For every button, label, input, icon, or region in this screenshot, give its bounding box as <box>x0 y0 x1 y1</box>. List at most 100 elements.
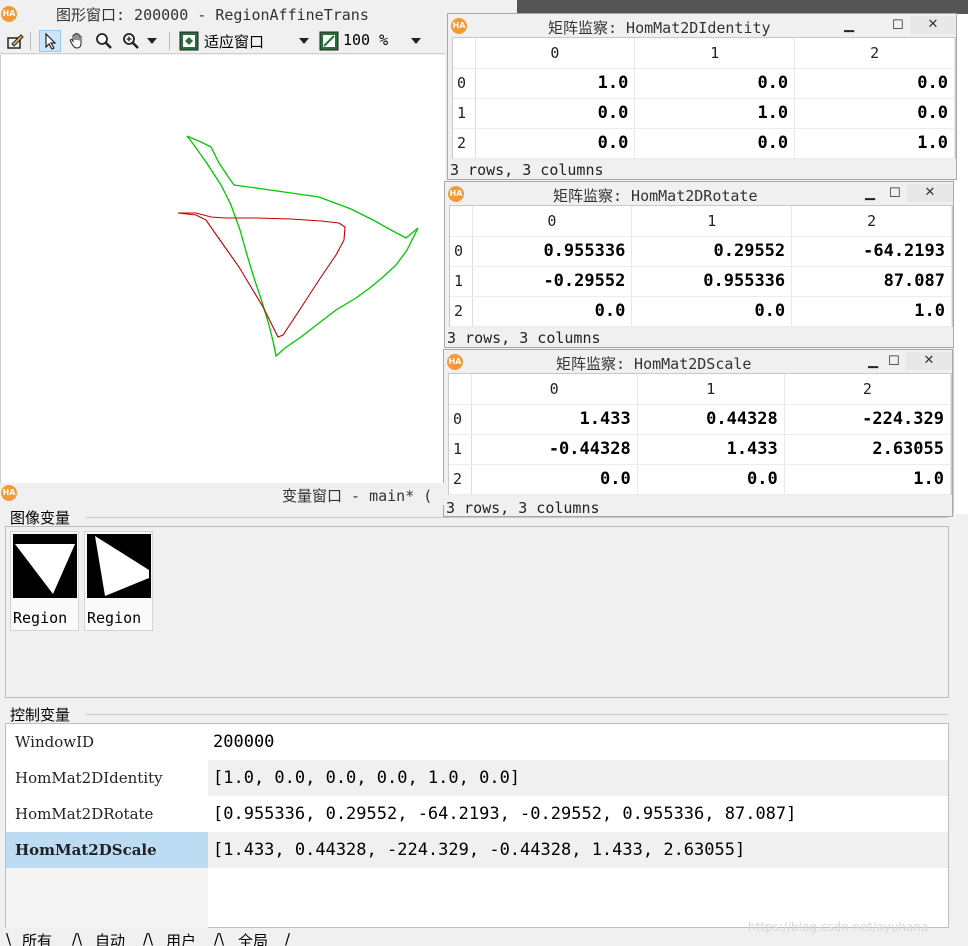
control-variables-label: 控制变量 <box>10 706 71 724</box>
matrix-corner-cell <box>453 38 476 69</box>
graphics-canvas[interactable] <box>0 55 445 483</box>
tab-separator: /\ <box>214 930 225 946</box>
matrix-row-header: 1 <box>453 98 476 129</box>
matrix-cell[interactable]: 1.433 <box>471 404 638 435</box>
matrix-cell[interactable]: 0.0 <box>475 98 636 129</box>
minimize-icon[interactable]: ▁ <box>865 186 875 201</box>
matrix-cell[interactable]: -64.2193 <box>791 236 952 267</box>
matrix-cell[interactable]: 0.0 <box>634 128 796 159</box>
halcon-logo-icon: HA <box>451 18 467 34</box>
matrix-window-titlebar[interactable]: HA 矩阵监察: HomMat2DIdentity ▁ ☐ ✕ <box>448 16 956 38</box>
matrix-cell[interactable]: 0.0 <box>637 464 785 495</box>
matrix-cell[interactable]: -224.329 <box>784 404 952 435</box>
matrix-status: 3 rows, 3 columns <box>450 161 604 179</box>
pointer-icon[interactable] <box>39 30 61 52</box>
matrix-status: 3 rows, 3 columns <box>447 329 601 347</box>
matrix-row: 0 1.433 0.44328 -224.329 <box>449 404 952 435</box>
graphics-window-title: 图形窗口: 200000 - RegionAffineTrans <box>56 6 369 24</box>
zoom-in-icon[interactable] <box>120 30 142 52</box>
matrix-row-header: 0 <box>453 68 476 99</box>
matrix-cell[interactable]: 0.0 <box>475 128 636 159</box>
chevron-down-icon[interactable] <box>144 30 160 52</box>
graphics-window-titlebar[interactable]: HA 图形窗口: 200000 - RegionAffineTrans <box>0 0 445 28</box>
matrix-row: 1 -0.29552 0.955336 87.087 <box>450 266 952 297</box>
matrix-cell[interactable]: 1.0 <box>784 464 952 495</box>
control-variable-name: HomMat2DScale <box>6 832 208 868</box>
halcon-logo-icon: HA <box>447 354 463 370</box>
matrix-cell[interactable]: 0.44328 <box>637 404 785 435</box>
matrix-cell[interactable]: -0.44328 <box>471 434 638 465</box>
matrix-cell[interactable]: 1.433 <box>637 434 785 465</box>
image-variable-thumbnail[interactable]: Region <box>84 531 153 631</box>
tab-user[interactable]: 用户 <box>166 930 196 946</box>
matrix-cell[interactable]: 0.955336 <box>472 236 633 267</box>
close-icon[interactable]: ✕ <box>910 16 956 34</box>
matrix-row-header: 2 <box>449 464 472 495</box>
matrix-cell[interactable]: 0.0 <box>472 296 633 327</box>
tab-auto[interactable]: 自动 <box>95 930 125 946</box>
matrix-cell[interactable]: 1.0 <box>791 296 952 327</box>
halcon-logo-icon: HA <box>1 485 17 501</box>
matrix-row-header: 1 <box>450 266 473 297</box>
tab-all[interactable]: 所有 <box>22 930 52 946</box>
maximize-icon[interactable]: ☐ <box>888 354 900 369</box>
draw-icon[interactable] <box>4 30 26 52</box>
matrix-corner-cell <box>449 374 472 405</box>
maximize-icon[interactable]: ☐ <box>889 186 901 201</box>
matrix-window-rotate[interactable]: HA 矩阵监察: HomMat2DRotate ▁ ☐ ✕ 0 1 2 0 0.… <box>444 181 954 348</box>
toolbar-separator <box>169 32 170 50</box>
matrix-cell[interactable]: 0.0 <box>471 464 638 495</box>
matrix-table[interactable]: 0 1 2 0 0.955336 0.29552 -64.2193 1 -0.2… <box>449 205 953 327</box>
matrix-cell[interactable]: 0.0 <box>631 296 793 327</box>
matrix-row: 2 0.0 0.0 1.0 <box>449 464 952 495</box>
matrix-cell[interactable]: 0.0 <box>794 98 955 129</box>
close-icon[interactable]: ✕ <box>907 184 953 202</box>
zoom-percent-icon[interactable] <box>318 30 340 52</box>
image-variables-label: 图像变量 <box>10 509 71 527</box>
control-variable-name: HomMat2DIdentity <box>15 769 163 787</box>
chevron-down-icon[interactable] <box>408 30 424 52</box>
matrix-window-identity[interactable]: HA 矩阵监察: HomMat2DIdentity ▁ ☐ ✕ 0 1 2 0 … <box>447 13 957 180</box>
variable-window-titlebar[interactable]: HA 变量窗口 - main* ( <box>0 483 445 505</box>
matrix-cell[interactable]: 1.0 <box>634 98 796 129</box>
matrix-status: 3 rows, 3 columns <box>446 499 600 517</box>
control-variable-row-selected[interactable]: HomMat2DScale [1.433, 0.44328, -224.329,… <box>6 832 948 868</box>
image-variable-thumbnail[interactable]: Region <box>10 531 79 631</box>
background-strip <box>517 0 968 14</box>
matrix-cell[interactable]: 2.63055 <box>784 434 952 465</box>
control-variable-row[interactable]: HomMat2DIdentity [1.0, 0.0, 0.0, 0.0, 1.… <box>6 760 948 796</box>
matrix-cell[interactable]: 1.0 <box>794 128 955 159</box>
matrix-table[interactable]: 0 1 2 0 1.433 0.44328 -224.329 1 -0.4432… <box>448 373 952 495</box>
pan-hand-icon[interactable] <box>66 30 88 52</box>
section-divider <box>86 714 948 715</box>
matrix-column-header: 0 <box>472 206 633 237</box>
matrix-cell[interactable]: 0.29552 <box>631 236 793 267</box>
control-variable-value: [1.0, 0.0, 0.0, 0.0, 1.0, 0.0] <box>208 760 948 796</box>
matrix-cell[interactable]: 87.087 <box>791 266 952 297</box>
chevron-down-icon[interactable] <box>296 30 312 52</box>
matrix-window-titlebar[interactable]: HA 矩阵监察: HomMat2DRotate ▁ ☐ ✕ <box>445 184 953 206</box>
tab-global[interactable]: 全局 <box>238 930 268 946</box>
matrix-window-scale[interactable]: HA 矩阵监察: HomMat2DScale ▁ ☐ ✕ 0 1 2 0 1.4… <box>443 349 953 517</box>
matrix-cell[interactable]: 0.955336 <box>631 266 793 297</box>
matrix-window-titlebar[interactable]: HA 矩阵监察: HomMat2DScale ▁ ☐ ✕ <box>444 352 952 374</box>
control-variable-row[interactable]: HomMat2DRotate [0.955336, 0.29552, -64.2… <box>6 796 948 832</box>
matrix-header-row: 0 1 2 <box>449 374 952 405</box>
matrix-window-title: 矩阵监察: HomMat2DRotate <box>553 187 758 205</box>
matrix-cell[interactable]: -0.29552 <box>472 266 633 297</box>
control-variable-row[interactable]: WindowID 200000 <box>6 724 948 760</box>
minimize-icon[interactable]: ▁ <box>868 354 878 369</box>
matrix-cell[interactable]: 0.0 <box>634 68 796 99</box>
fit-window-label[interactable]: 适应窗口 <box>204 31 264 52</box>
matrix-cell[interactable]: 0.0 <box>794 68 955 99</box>
zoom-icon[interactable] <box>93 30 115 52</box>
matrix-row: 1 -0.44328 1.433 2.63055 <box>449 434 952 465</box>
zoom-value[interactable]: 100 % <box>343 31 388 49</box>
close-icon[interactable]: ✕ <box>906 352 952 370</box>
maximize-icon[interactable]: ☐ <box>892 18 904 33</box>
matrix-table[interactable]: 0 1 2 0 1.0 0.0 0.0 1 0.0 1.0 0.0 2 0.0 … <box>452 37 956 159</box>
fit-window-icon[interactable] <box>178 30 200 52</box>
matrix-cell[interactable]: 1.0 <box>475 68 636 99</box>
matrix-row-header: 0 <box>449 404 472 435</box>
minimize-icon[interactable]: ▁ <box>844 18 854 33</box>
